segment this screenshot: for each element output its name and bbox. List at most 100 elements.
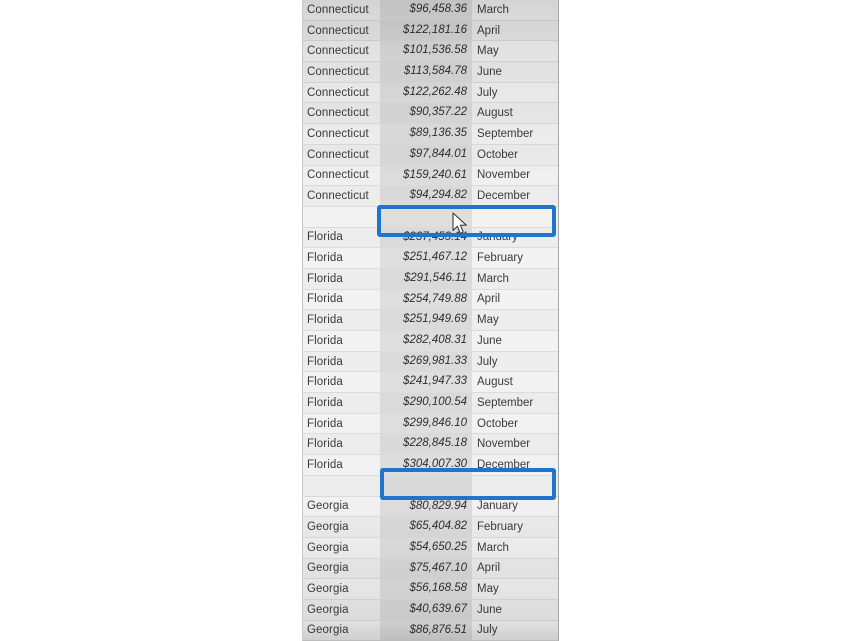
table-row[interactable]: Florida $299,846.10 October: [303, 413, 558, 435]
cell-month: March: [477, 272, 509, 285]
cell-state: Connecticut: [307, 107, 369, 120]
table-row[interactable]: Connecticut $94,294.82 December: [303, 186, 558, 207]
cell-state: Georgia: [307, 562, 349, 575]
cell-amount: $65,404.82: [380, 517, 472, 537]
cell-month: March: [477, 541, 509, 554]
cell-state: Georgia: [307, 541, 349, 554]
cell-amount: $290,100.54: [380, 393, 472, 413]
table-row[interactable]: Connecticut $113,584.78 June: [303, 62, 558, 83]
table-row[interactable]: Connecticut $159,240.61 November: [303, 165, 558, 187]
cell-amount: $56,168.58: [380, 579, 472, 599]
cell-state: Florida: [307, 376, 343, 389]
cell-state: Connecticut: [303, 211, 380, 223]
cell-amount: $97,844.01: [380, 144, 472, 165]
cell-state: Connecticut: [307, 65, 369, 78]
table-row[interactable]: Florida $282,408.31 June: [303, 331, 558, 352]
cell-month: January: [477, 500, 518, 513]
cell-state: Florida: [303, 480, 380, 492]
data-table-rows: Connecticut $96,458.36 March Connecticut $12…: [303, 0, 558, 641]
table-row[interactable]: Connecticut $97,844.01 October: [303, 144, 558, 166]
table-row[interactable]: Florida $251,467.12 February: [303, 248, 558, 269]
cell-amount: $86,876.51: [380, 620, 472, 641]
cell-month: November: [477, 169, 531, 182]
cell-amount: $94,294.82: [380, 186, 472, 206]
table-row[interactable]: Georgia $54,650.25 March: [303, 537, 558, 559]
cell-state: Connecticut: [307, 190, 369, 203]
cell-amount: $228,845.18: [380, 434, 472, 455]
cell-month: March: [477, 3, 509, 16]
cell-amount: $299,846.10: [380, 413, 472, 434]
blank-row-highlight-connecticut: [377, 205, 556, 237]
table-row[interactable]: Georgia $65,404.82 February: [303, 517, 558, 538]
table-row[interactable]: Connecticut $122,181.16 April: [303, 20, 558, 42]
cell-month: July: [477, 624, 498, 637]
cell-amount: $89,136.35: [380, 124, 472, 144]
cell-state: Connecticut: [307, 45, 369, 58]
data-table-panel[interactable]: Connecticut $96,458.36 March Connecticut $12…: [302, 0, 559, 641]
table-row[interactable]: Florida $254,749.88 April: [303, 289, 558, 311]
table-row[interactable]: Florida $269,981.33 July: [303, 351, 558, 373]
cell-month: November: [477, 438, 531, 451]
table-row[interactable]: Florida $228,845.18 November: [303, 434, 558, 456]
cell-month: September: [477, 127, 534, 140]
cell-month: June: [477, 65, 502, 78]
cell-month: July: [477, 86, 498, 99]
cell-amount: $90,357.22: [380, 103, 472, 124]
cell-month: April: [477, 24, 501, 37]
cell-state: Connecticut: [307, 24, 369, 37]
cell-month: February: [477, 521, 524, 534]
cell-state: Florida: [307, 231, 343, 244]
cell-state: Florida: [307, 272, 343, 285]
cell-amount: $251,467.12: [380, 248, 472, 268]
cell-month: October: [477, 148, 518, 161]
cell-month: February: [477, 252, 524, 265]
table-row[interactable]: Florida $291,546.11 March: [303, 268, 558, 290]
cell-month: April: [477, 293, 501, 306]
cell-state: Florida: [307, 252, 343, 265]
cell-state: Connecticut: [307, 127, 369, 140]
cell-state: Georgia: [307, 583, 349, 596]
table-row[interactable]: Georgia $75,467.10 April: [303, 558, 558, 580]
cell-month: October: [477, 417, 518, 430]
cell-month: April: [477, 562, 501, 575]
cell-month: September: [477, 396, 534, 409]
cell-amount: $282,408.31: [380, 331, 472, 351]
table-row[interactable]: Georgia $56,168.58 May: [303, 579, 558, 600]
table-row[interactable]: Connecticut $90,357.22 August: [303, 103, 558, 125]
cell-state: Connecticut: [307, 169, 369, 182]
cell-state: Florida: [307, 293, 343, 306]
cell-state: Florida: [307, 458, 343, 471]
cell-state: Georgia: [307, 500, 349, 513]
cell-month: May: [477, 583, 499, 596]
cell-state: Connecticut: [307, 86, 369, 99]
cell-month: December: [477, 190, 531, 203]
cell-month: August: [477, 107, 513, 120]
cell-month: May: [477, 314, 499, 327]
table-row[interactable]: Georgia $86,876.51 July: [303, 620, 558, 641]
cell-state: Connecticut: [307, 148, 369, 161]
cell-amount: $254,749.88: [380, 289, 472, 310]
cell-amount: $159,240.61: [380, 165, 472, 186]
table-row[interactable]: Georgia $40,639.67 June: [303, 599, 558, 621]
table-row[interactable]: Florida $251,949.69 May: [303, 310, 558, 331]
cell-state: Florida: [307, 334, 343, 347]
table-row[interactable]: Connecticut $96,458.36 March: [303, 0, 558, 21]
table-row[interactable]: Connecticut $122,262.48 July: [303, 82, 558, 104]
cell-state: Georgia: [307, 603, 349, 616]
cell-amount: $96,458.36: [380, 0, 472, 20]
cell-amount: $101,536.58: [380, 41, 472, 62]
cell-state: Georgia: [307, 624, 349, 637]
cell-amount: $122,181.16: [380, 20, 472, 41]
cell-amount: $40,639.67: [380, 599, 472, 620]
table-row[interactable]: Florida $290,100.54 September: [303, 393, 558, 414]
table-row[interactable]: Florida $241,947.33 August: [303, 372, 558, 394]
cell-amount: $122,262.48: [380, 82, 472, 103]
cell-state: Florida: [307, 314, 343, 327]
cell-amount: $269,981.33: [380, 351, 472, 372]
cell-amount: $54,650.25: [380, 537, 472, 558]
cell-month: May: [477, 45, 499, 58]
cell-month: June: [477, 603, 502, 616]
table-row[interactable]: Connecticut $101,536.58 May: [303, 41, 558, 63]
table-row[interactable]: Connecticut $89,136.35 September: [303, 124, 558, 145]
cell-amount: $75,467.10: [380, 558, 472, 579]
